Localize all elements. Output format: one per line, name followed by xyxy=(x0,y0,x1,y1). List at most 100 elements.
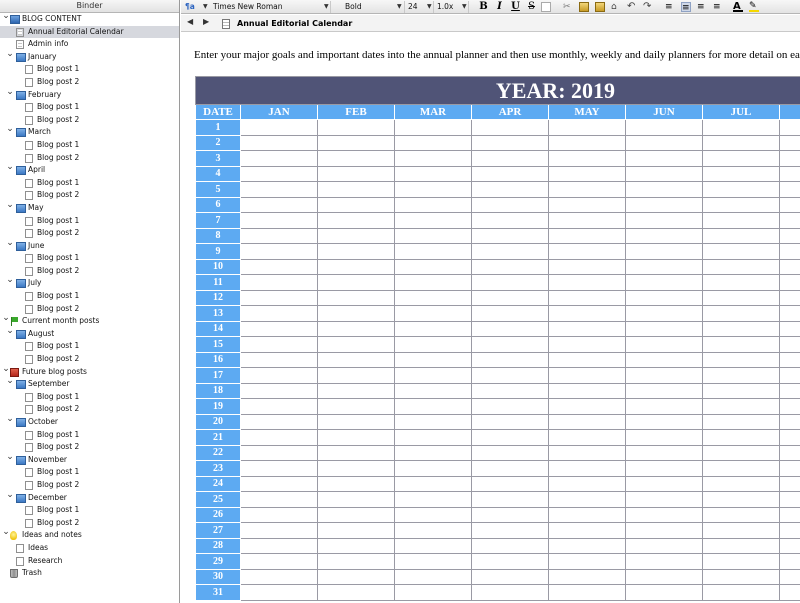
calendar-cell[interactable] xyxy=(471,305,549,322)
calendar-cell[interactable] xyxy=(625,413,703,430)
calendar-cell[interactable] xyxy=(702,150,780,167)
calendar-cell[interactable] xyxy=(240,522,318,539)
calendar-cell[interactable] xyxy=(471,336,549,353)
calendar-cell[interactable] xyxy=(240,336,318,353)
calendar-cell[interactable] xyxy=(394,537,472,554)
calendar-cell[interactable] xyxy=(778,289,800,306)
calendar-cell[interactable] xyxy=(702,305,780,322)
chevron-down-icon[interactable]: ▼ xyxy=(203,1,208,13)
calendar-cell[interactable] xyxy=(778,553,800,570)
calendar-cell[interactable] xyxy=(625,444,703,461)
calendar-cell[interactable] xyxy=(240,181,318,198)
calendar-cell[interactable] xyxy=(778,336,800,353)
chevron-down-icon[interactable]: ⌄ xyxy=(6,123,14,136)
calendar-cell[interactable] xyxy=(240,212,318,229)
calendar-cell[interactable] xyxy=(548,506,626,523)
calendar-cell[interactable] xyxy=(625,134,703,151)
calendar-cell[interactable] xyxy=(548,305,626,322)
calendar-cell[interactable] xyxy=(625,258,703,275)
calendar-cell[interactable] xyxy=(702,134,780,151)
back-arrow-icon[interactable]: ◀ xyxy=(187,17,193,26)
calendar-cell[interactable] xyxy=(548,336,626,353)
calendar-cell[interactable] xyxy=(471,150,549,167)
chevron-down-icon[interactable]: ⌄ xyxy=(6,375,14,388)
calendar-cell[interactable] xyxy=(778,568,800,585)
calendar-cell[interactable] xyxy=(702,475,780,492)
calendar-cell[interactable] xyxy=(625,429,703,446)
calendar-cell[interactable] xyxy=(702,413,780,430)
calendar-cell[interactable] xyxy=(548,553,626,570)
calendar-cell[interactable] xyxy=(471,134,549,151)
calendar-cell[interactable] xyxy=(548,537,626,554)
calendar-cell[interactable] xyxy=(778,134,800,151)
calendar-cell[interactable] xyxy=(240,305,318,322)
chevron-down-icon[interactable]: ⌄ xyxy=(2,10,10,23)
calendar-cell[interactable] xyxy=(471,196,549,213)
binder-item[interactable]: Research xyxy=(0,555,179,568)
calendar-cell[interactable] xyxy=(394,444,472,461)
calendar-cell[interactable] xyxy=(625,553,703,570)
calendar-cell[interactable] xyxy=(702,320,780,337)
calendar-cell[interactable] xyxy=(471,320,549,337)
calendar-cell[interactable] xyxy=(317,351,395,368)
calendar-cell[interactable] xyxy=(471,460,549,477)
chevron-down-icon[interactable]: ▼ xyxy=(427,1,432,13)
calendar-cell[interactable] xyxy=(548,475,626,492)
align-justify-icon[interactable]: ≡ xyxy=(713,2,723,12)
binder-item[interactable]: Blog post 2 xyxy=(0,265,179,278)
calendar-cell[interactable] xyxy=(702,429,780,446)
binder-item[interactable]: Blog post 1 xyxy=(0,504,179,517)
lock-icon[interactable]: ⌂ xyxy=(611,2,621,12)
calendar-cell[interactable] xyxy=(471,181,549,198)
calendar-cell[interactable] xyxy=(471,475,549,492)
calendar-cell[interactable] xyxy=(702,258,780,275)
calendar-cell[interactable] xyxy=(778,243,800,260)
calendar-cell[interactable] xyxy=(778,506,800,523)
chevron-down-icon[interactable]: ⌄ xyxy=(6,161,14,174)
calendar-cell[interactable] xyxy=(317,134,395,151)
binder-item[interactable]: Blog post 2 xyxy=(0,152,179,165)
calendar-cell[interactable] xyxy=(702,351,780,368)
binder-item[interactable]: ⌄ December xyxy=(0,490,179,505)
calendar-cell[interactable] xyxy=(778,181,800,198)
calendar-cell[interactable] xyxy=(625,537,703,554)
calendar-cell[interactable] xyxy=(778,398,800,415)
calendar-cell[interactable] xyxy=(317,584,395,601)
calendar-cell[interactable] xyxy=(625,568,703,585)
calendar-cell[interactable] xyxy=(625,367,703,384)
calendar-cell[interactable] xyxy=(625,320,703,337)
calendar-cell[interactable] xyxy=(471,584,549,601)
calendar-cell[interactable] xyxy=(548,568,626,585)
chevron-down-icon[interactable]: ⌄ xyxy=(2,363,10,376)
calendar-cell[interactable] xyxy=(240,367,318,384)
calendar-cell[interactable] xyxy=(625,243,703,260)
calendar-cell[interactable] xyxy=(317,258,395,275)
calendar-cell[interactable] xyxy=(394,336,472,353)
calendar-cell[interactable] xyxy=(240,351,318,368)
align-left-icon[interactable]: ≡ xyxy=(665,2,675,12)
calendar-cell[interactable] xyxy=(702,274,780,291)
paragraph-style-icon[interactable]: ¶a xyxy=(185,1,195,13)
calendar-cell[interactable] xyxy=(471,165,549,182)
calendar-cell[interactable] xyxy=(625,119,703,136)
calendar-cell[interactable] xyxy=(317,475,395,492)
calendar-cell[interactable] xyxy=(471,351,549,368)
calendar-cell[interactable] xyxy=(317,537,395,554)
calendar-cell[interactable] xyxy=(548,196,626,213)
calendar-cell[interactable] xyxy=(317,382,395,399)
calendar-cell[interactable] xyxy=(317,506,395,523)
calendar-cell[interactable] xyxy=(548,398,626,415)
calendar-cell[interactable] xyxy=(778,584,800,601)
binder-item[interactable]: Blog post 2 xyxy=(0,76,179,89)
chevron-down-icon[interactable]: ⌄ xyxy=(6,48,14,61)
binder-item[interactable]: Annual Editorial Calendar xyxy=(0,25,179,39)
calendar-cell[interactable] xyxy=(702,196,780,213)
calendar-cell[interactable] xyxy=(548,382,626,399)
calendar-cell[interactable] xyxy=(625,475,703,492)
calendar-cell[interactable] xyxy=(317,320,395,337)
calendar-cell[interactable] xyxy=(625,289,703,306)
calendar-cell[interactable] xyxy=(702,227,780,244)
calendar-cell[interactable] xyxy=(394,491,472,508)
calendar-cell[interactable] xyxy=(471,382,549,399)
binder-item[interactable]: Blog post 1 xyxy=(0,290,179,303)
